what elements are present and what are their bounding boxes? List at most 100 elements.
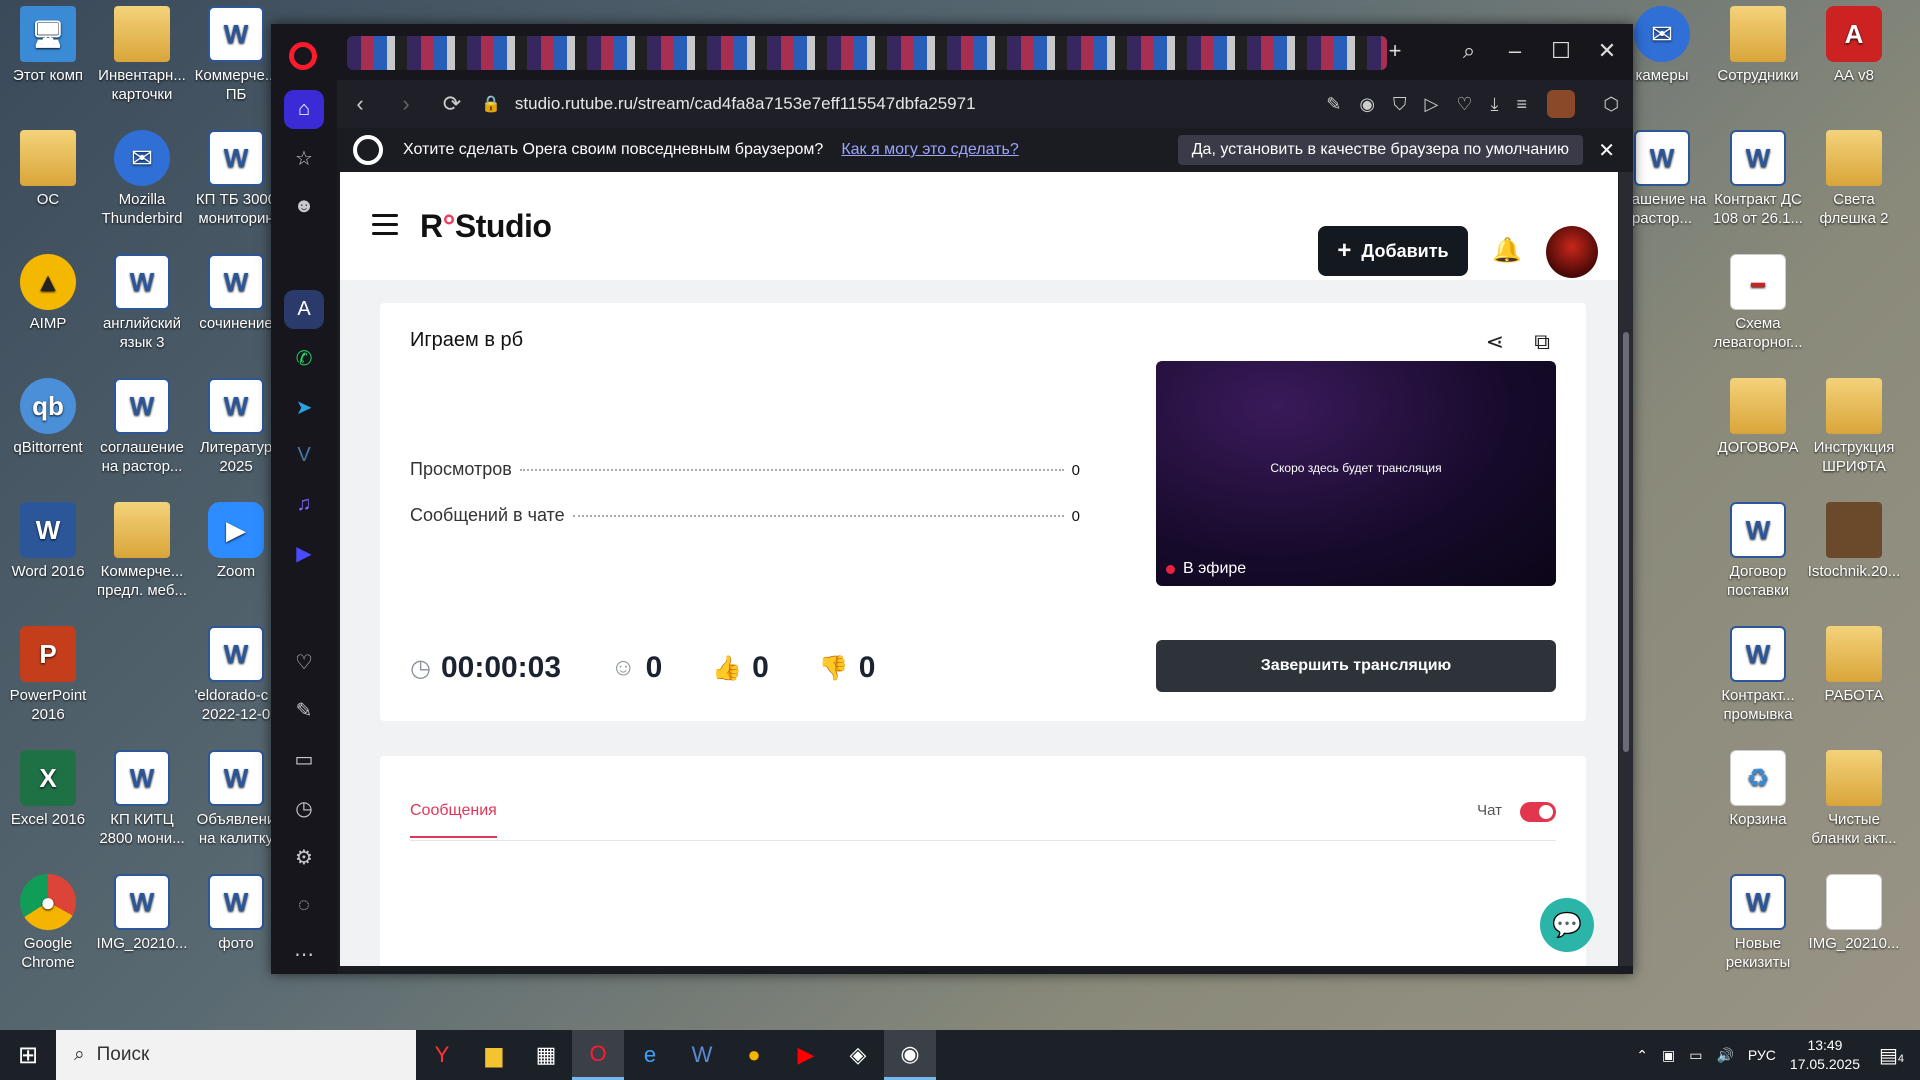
easy-setup-icon[interactable]: ≡ (1516, 94, 1527, 115)
desktop-icon[interactable]: ✉ Mozilla Thunderbird (94, 130, 190, 228)
desktop-icon[interactable]: Инструкция ШРИФТА (1806, 378, 1902, 476)
desktop-icon[interactable]: X Excel 2016 (0, 750, 96, 829)
yandex-browser-icon[interactable]: Y (416, 1030, 468, 1080)
tray-expand-icon[interactable]: ⌃ (1636, 1047, 1648, 1064)
download-icon[interactable]: ⤓ (1491, 94, 1499, 115)
youtube-icon[interactable]: ▶ (780, 1030, 832, 1080)
desktop-icon[interactable]: соглашение на растор... (94, 378, 190, 476)
task-view-icon[interactable]: ▦ (520, 1030, 572, 1080)
tabs-icon[interactable]: ▭ (284, 740, 324, 779)
close-banner-icon[interactable]: ✕ (1598, 138, 1615, 163)
aria-icon[interactable]: ☆ (284, 139, 324, 178)
bookmark-heart-icon[interactable]: ♡ (1456, 94, 1472, 115)
desktop-icon[interactable]: ▬ Схема леваторног... (1710, 254, 1806, 352)
whatsapp-icon[interactable]: ✆ (284, 339, 324, 378)
vk-icon[interactable]: V (284, 437, 324, 476)
studio-logo[interactable]: R°Studio (420, 208, 552, 245)
desktop-icon[interactable]: Сотрудники (1710, 6, 1806, 85)
shield-icon[interactable]: ⛉ (1393, 94, 1407, 115)
chat-toggle[interactable] (1520, 802, 1556, 822)
pinboard-icon[interactable]: ✎ (284, 692, 324, 731)
desktop-icon[interactable]: 🖥 Этот комп (0, 6, 96, 85)
desktop-icon[interactable]: P PowerPoint 2016 (0, 626, 96, 724)
word-taskbar-icon[interactable]: W (676, 1030, 728, 1080)
desktop-icon[interactable]: ДОГОВОРА (1710, 378, 1806, 457)
page-scrollbar[interactable] (1619, 172, 1633, 966)
history-icon[interactable]: ◷ (284, 789, 324, 828)
desktop-icon[interactable]: Новые рекизиты (1710, 874, 1806, 972)
tips-icon[interactable]: ◌ (284, 887, 324, 926)
desktop-icon[interactable]: Word 2016 (0, 502, 96, 581)
windows-start-icon[interactable]: ⊞ (0, 1030, 56, 1080)
desktop-icon[interactable]: IMG_20210... (1806, 874, 1902, 953)
desktop-icon[interactable]: Коммерче... ПБ (188, 6, 284, 104)
desktop-icon[interactable]: Объявлени на калитку (188, 750, 284, 848)
desktop-icon[interactable]: 'eldorado-c - 2022-12-0 (188, 626, 284, 724)
desktop-icon[interactable]: английский язык 3 (94, 254, 190, 352)
desktop-icon[interactable]: ОС (0, 130, 96, 209)
maximize-icon[interactable]: ☐ (1545, 38, 1577, 64)
chrome-taskbar-icon[interactable]: ● (728, 1030, 780, 1080)
desktop-icon[interactable]: фото (188, 874, 284, 953)
edit-icon[interactable]: ✎ (1326, 94, 1341, 115)
open-external-icon[interactable]: ⧉ (1534, 329, 1550, 355)
desktop-icon[interactable]: IMG_20210... (94, 874, 190, 953)
reload-icon[interactable]: ⟳ (429, 91, 475, 117)
tray-app-icon[interactable]: ▣ (1662, 1047, 1675, 1064)
desktop-icon[interactable]: Инвентарн... карточки (94, 6, 190, 104)
desktop-icon[interactable]: Литератур 2025 (188, 378, 284, 476)
desktop-icon[interactable]: сочинение (188, 254, 284, 333)
desktop-icon[interactable]: qb qBittorrent (0, 378, 96, 457)
language-indicator[interactable]: РУС (1748, 1047, 1776, 1063)
tray-network-icon[interactable]: ▭ (1689, 1047, 1702, 1064)
obs-icon[interactable]: ◉ (884, 1030, 936, 1080)
extensions-icon[interactable]: ⬡ (1603, 94, 1619, 115)
menu-icon[interactable] (372, 214, 398, 235)
desktop-icon[interactable]: ▶ Zoom (188, 502, 284, 581)
desktop-icon[interactable]: ♻ Корзина (1710, 750, 1806, 829)
opera-taskbar-icon[interactable]: O (572, 1030, 624, 1080)
clock[interactable]: 13:49 17.05.2025 (1790, 1036, 1860, 1074)
new-tab-icon[interactable]: + (1379, 38, 1411, 64)
desktop-icon[interactable]: ▲ AIMP (0, 254, 96, 333)
settings-icon[interactable]: ⚙ (284, 838, 324, 877)
desktop-icon[interactable]: Istochnik.20... (1806, 502, 1902, 581)
end-stream-button[interactable]: Завершить трансляцию (1156, 640, 1556, 692)
tray-volume-icon[interactable]: 🔊 (1716, 1047, 1733, 1064)
desktop-icon[interactable]: КП ТБ 3000 мониторин (188, 130, 284, 228)
file-explorer-icon[interactable]: ▆ (468, 1030, 520, 1080)
back-icon[interactable]: ‹ (337, 91, 383, 117)
telegram-icon[interactable]: ➤ (284, 388, 324, 427)
edge-icon[interactable]: e (624, 1030, 676, 1080)
desktop-icon[interactable]: КП КИТЦ 2800 мони... (94, 750, 190, 848)
profile-avatar[interactable] (1547, 90, 1575, 118)
app-taskbar-icon[interactable]: ◈ (832, 1030, 884, 1080)
camera-icon[interactable]: ◉ (1359, 94, 1375, 115)
support-chat-icon[interactable]: 💬 (1540, 898, 1594, 952)
forward-icon[interactable]: › (383, 91, 429, 117)
desktop-icon[interactable]: ● Google Chrome (0, 874, 96, 972)
taskbar-search[interactable]: ⌕ Поиск (56, 1030, 416, 1080)
set-default-button[interactable]: Да, установить в качестве браузера по ум… (1177, 135, 1583, 165)
games-icon[interactable]: ☻ (284, 188, 324, 227)
desktop-icon[interactable]: Контракт... промывка (1710, 626, 1806, 724)
heart-icon[interactable]: ♡ (284, 643, 324, 682)
desktop-icon[interactable]: A АА v8 (1806, 6, 1902, 85)
notifications-bell-icon[interactable]: 🔔 (1492, 236, 1522, 265)
home-icon[interactable]: ⌂ (284, 90, 324, 129)
play-icon[interactable]: ▷ (1425, 94, 1439, 115)
url-input[interactable]: studio.rutube.ru/stream/cad4fa8a7153e7ef… (515, 94, 976, 114)
search-tabs-icon[interactable]: ⌕ (1453, 38, 1485, 64)
minimize-icon[interactable]: – (1499, 38, 1531, 64)
desktop-icon[interactable]: Коммерче... предл. меб... (94, 502, 190, 600)
opera-menu-icon[interactable] (289, 42, 317, 70)
desktop-icon[interactable]: Контракт ДС 108 от 26.1... (1710, 130, 1806, 228)
player-icon[interactable]: ▶ (284, 534, 324, 573)
desktop-icon[interactable]: Договор поставки (1710, 502, 1806, 600)
desktop-icon[interactable]: РАБОТА (1806, 626, 1902, 705)
add-button[interactable]: + Добавить (1318, 226, 1468, 276)
banner-link[interactable]: Как я могу это сделать? (841, 141, 1018, 159)
aria-ai-icon[interactable]: A (284, 290, 324, 329)
close-window-icon[interactable]: ✕ (1591, 38, 1623, 64)
desktop-icon[interactable]: Света флешка 2 (1806, 130, 1902, 228)
